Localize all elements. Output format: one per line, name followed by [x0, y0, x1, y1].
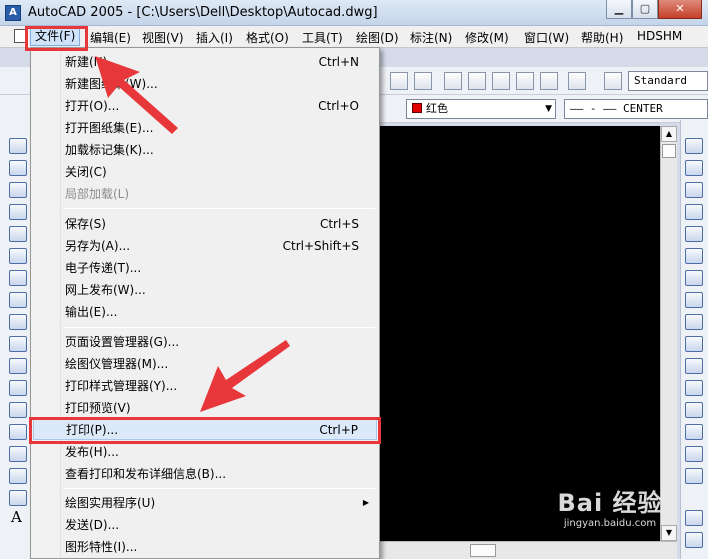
arrow-to-file-menu	[95, 56, 178, 134]
annotation-arrows	[95, 56, 290, 412]
arrow-to-plot-item	[200, 340, 290, 412]
baidu-watermark: Bai 经验 jingyan.baidu.com	[557, 489, 663, 529]
